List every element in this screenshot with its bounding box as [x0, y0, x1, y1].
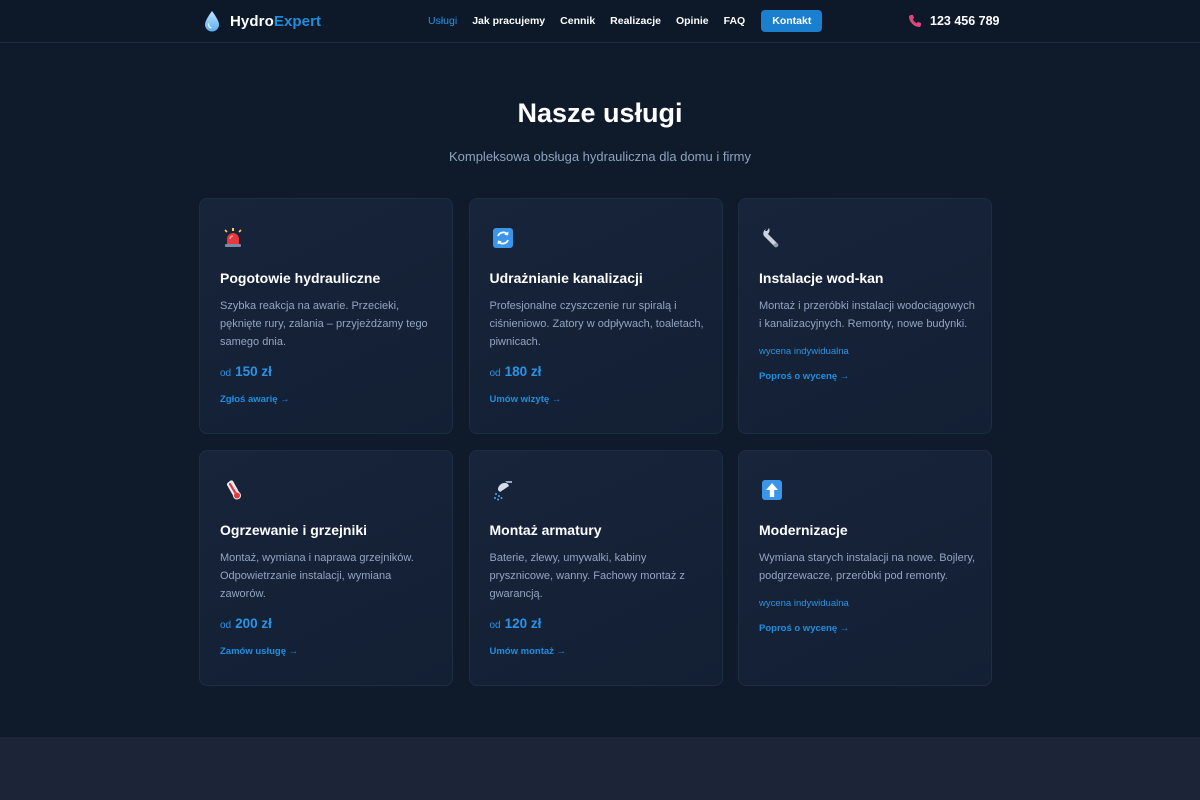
individual-quote-label: wycena indywidualna: [759, 345, 849, 357]
service-price: od 150 zł: [220, 364, 432, 379]
service-description: Baterie, zlewy, umywalki, kabiny pryszni…: [489, 552, 685, 600]
phone-icon: [908, 14, 922, 28]
nav-link-opinie[interactable]: Opinie: [676, 15, 709, 27]
service-title: Montaż armatury: [489, 522, 602, 538]
service-description: Profesjonalne czyszczenie rur spiralą i …: [489, 300, 704, 348]
brand-name: HydroExpert: [230, 13, 321, 30]
contact-button[interactable]: Kontakt: [761, 10, 823, 32]
individual-quote-label: wycena indywidualna: [759, 597, 849, 609]
service-description: Wymiana starych instalacji na nowe. Bojl…: [759, 552, 976, 582]
brand-name-part-2: Expert: [273, 12, 322, 30]
main-nav: Usługi Jak pracujemy Cennik Realizacje O…: [428, 10, 823, 32]
order-service-link[interactable]: Zamów usługę →: [220, 646, 432, 657]
price-value: 180 zł: [504, 364, 542, 380]
phone-contact[interactable]: 123 456 789: [908, 11, 1000, 31]
service-title: Instalacje wod-kan: [759, 270, 884, 286]
price-value: 120 zł: [504, 616, 542, 632]
logo[interactable]: HydroExpert: [203, 10, 321, 32]
price-prefix: od: [489, 620, 501, 632]
refresh-icon: [492, 228, 513, 248]
service-card-pogotowie: Pogotowie hydrauliczne Szybka reakcja na…: [199, 198, 453, 434]
service-price: od 180 zł: [490, 364, 702, 379]
arrow-up-icon: [762, 480, 782, 500]
price-value: 150 zł: [235, 364, 272, 380]
siren-icon: [224, 228, 242, 247]
section-subtitle: Kompleksowa obsługa hydrauliczna dla dom…: [448, 149, 752, 164]
nav-link-uslugi[interactable]: Usługi: [428, 15, 457, 27]
service-price: od 120 zł: [490, 616, 702, 631]
request-quote-link[interactable]: Poproś o wycenę →: [759, 371, 971, 382]
service-title: Udrażnianie kanalizacji: [489, 270, 643, 286]
next-section-band: [0, 737, 1200, 800]
service-title: Ogrzewanie i grzejniki: [220, 522, 368, 538]
service-description: Szybka reakcja na awarie. Przecieki, pęk…: [220, 300, 428, 348]
water-drop-icon: [205, 11, 219, 32]
book-visit-link[interactable]: Umów wizytę →: [490, 394, 702, 405]
services-grid: Pogotowie hydrauliczne Szybka reakcja na…: [199, 198, 992, 686]
request-quote-link[interactable]: Poproś o wycenę →: [759, 623, 971, 634]
service-description: Montaż i przeróbki instalacji wodociągow…: [759, 300, 975, 330]
phone-number: 123 456 789: [930, 14, 1000, 28]
thermometer-icon: [226, 480, 241, 500]
service-price: od 200 zł: [220, 616, 432, 631]
service-title: Pogotowie hydrauliczne: [220, 270, 381, 286]
service-description: Montaż, wymiana i naprawa grzejników. Od…: [220, 552, 414, 600]
service-card-ogrzewanie: Ogrzewanie i grzejniki Montaż, wymiana i…: [199, 450, 453, 686]
service-card-instalacje: Instalacje wod-kan Montaż i przeróbki in…: [738, 198, 992, 434]
price-prefix: od: [220, 620, 232, 632]
wrench-icon: [763, 228, 779, 248]
shower-icon: [493, 481, 512, 501]
section-title: Nasze usługi: [517, 98, 683, 128]
service-card-udraznianie: Udrażnianie kanalizacji Profesjonalne cz…: [468, 198, 723, 434]
report-failure-link[interactable]: Zgłoś awarię →: [220, 394, 432, 405]
top-navigation-bar: HydroExpert Usługi Jak pracujemy Cennik …: [0, 0, 1200, 43]
service-card-modernizacje: Modernizacje Wymiana starych instalacji …: [738, 450, 992, 686]
nav-link-cennik[interactable]: Cennik: [560, 15, 595, 27]
nav-link-realizacje[interactable]: Realizacje: [610, 15, 661, 27]
service-card-armatura: Montaż armatury Baterie, zlewy, umywalki…: [468, 450, 723, 686]
nav-link-faq[interactable]: FAQ: [724, 15, 746, 27]
price-prefix: od: [220, 368, 232, 380]
price-prefix: od: [489, 368, 501, 380]
service-title: Modernizacje: [759, 522, 848, 538]
brand-name-part-1: Hydro: [230, 12, 274, 30]
price-value: 200 zł: [235, 616, 272, 632]
nav-link-jak-pracujemy[interactable]: Jak pracujemy: [472, 15, 545, 27]
book-installation-link[interactable]: Umów montaż →: [490, 646, 702, 657]
